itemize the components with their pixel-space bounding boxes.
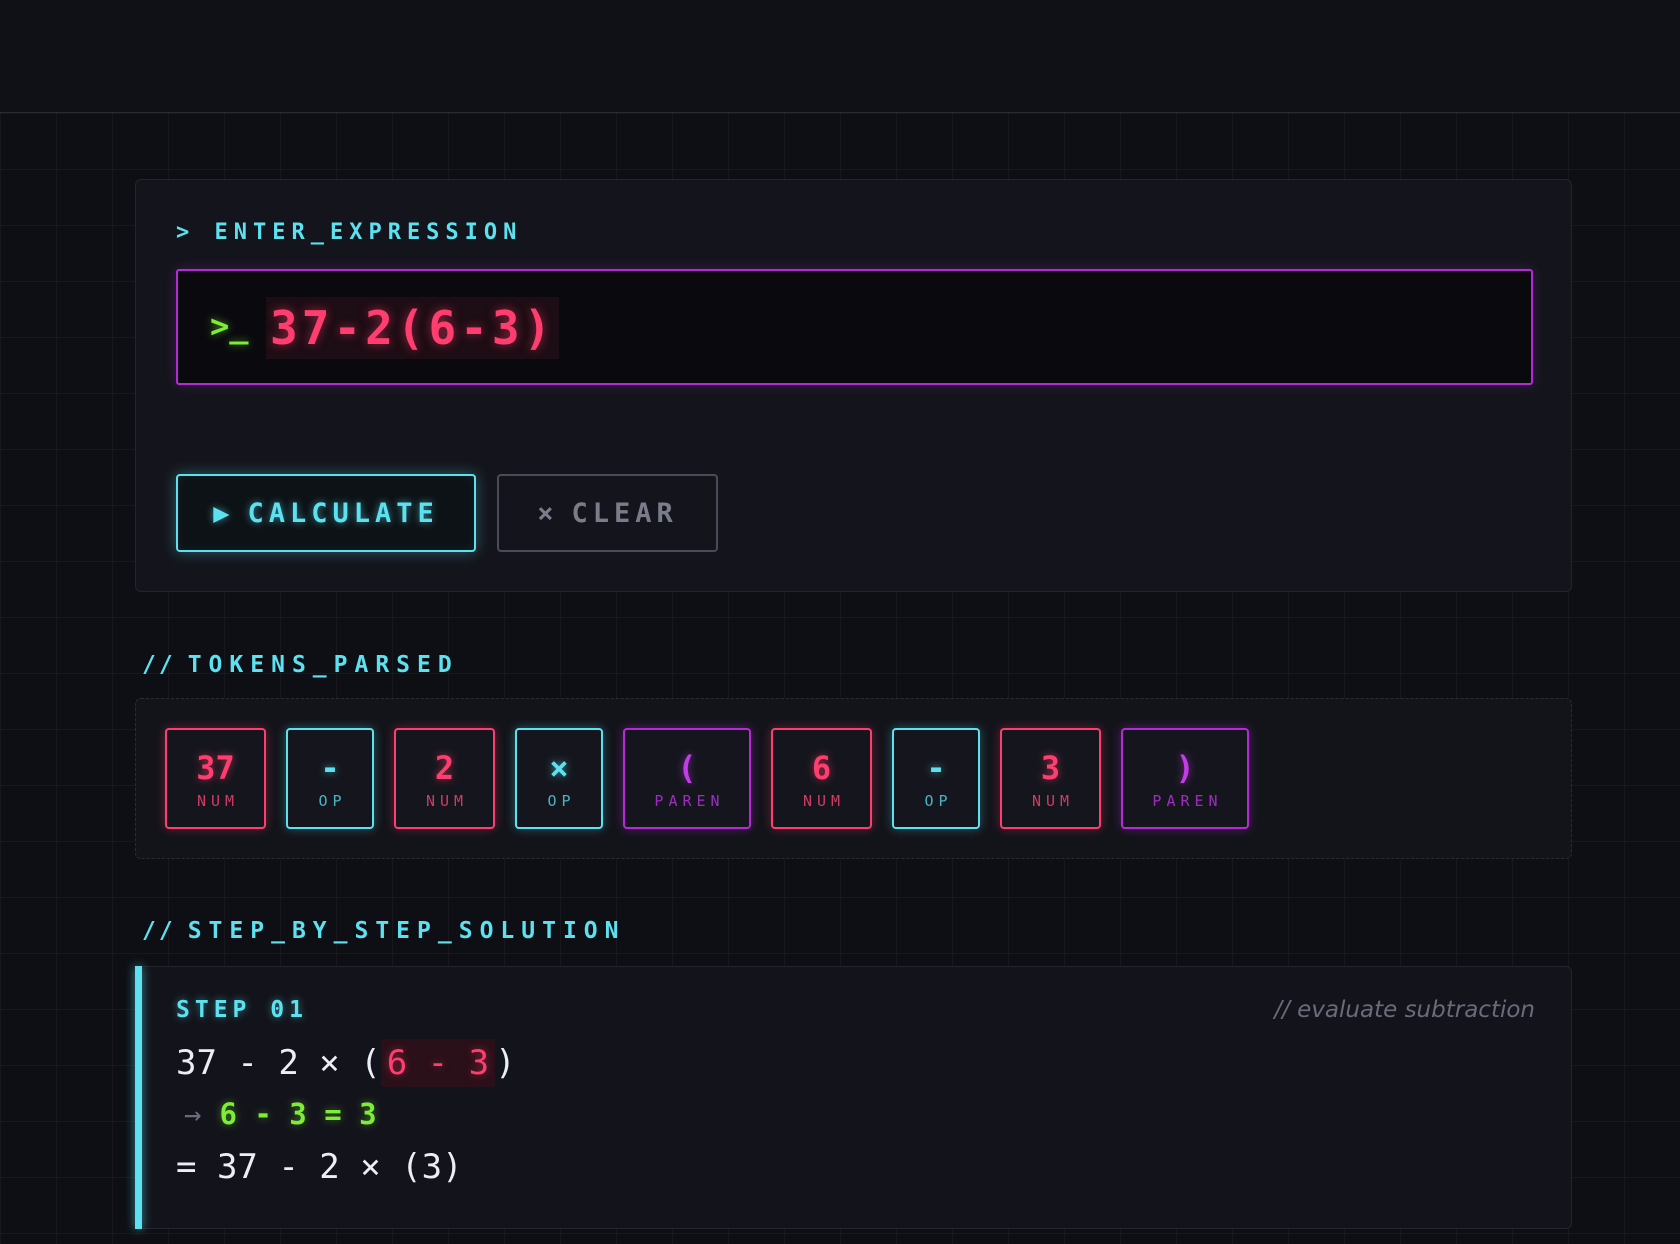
clear-label: CLEAR <box>571 497 678 529</box>
token-value: ) <box>1175 748 1195 787</box>
token-chip: 3 NUM <box>1000 728 1101 829</box>
token-type: OP <box>924 791 953 810</box>
tokens-title-text: TOKENS_PARSED <box>187 652 459 678</box>
token-value: 3 <box>1040 748 1061 787</box>
expression-value[interactable]: 37-2(6-3) <box>266 297 560 359</box>
token-type: NUM <box>1031 791 1075 810</box>
tokens-panel: 37 NUM - OP 2 NUM × OP ( PAREN 6 NUM - O… <box>135 698 1572 859</box>
expression-panel: > ENTER_EXPRESSION >_ 37-2(6-3) ▶ CALCUL… <box>135 179 1572 592</box>
token-type: PAREN <box>1152 791 1223 810</box>
token-type: NUM <box>425 791 469 810</box>
expression-input[interactable]: >_ 37-2(6-3) <box>176 269 1533 385</box>
token-type: PAREN <box>654 791 725 810</box>
token-chip: - OP <box>892 728 980 829</box>
slashes-icon: // <box>142 652 176 678</box>
token-chip: 37 NUM <box>165 728 266 829</box>
tokens-row: 37 NUM - OP 2 NUM × OP ( PAREN 6 NUM - O… <box>165 728 1249 829</box>
token-chip: 2 NUM <box>394 728 495 829</box>
prompt-icon: >_ <box>210 307 249 345</box>
expr-highlight: 6 - 3 <box>380 1039 496 1087</box>
step-result: = 37 - 2 × (3) <box>176 1147 463 1187</box>
step-accent-bar <box>135 966 142 1229</box>
token-chip: 6 NUM <box>771 728 872 829</box>
computation-text: 6 - 3 = 3 <box>219 1097 377 1131</box>
token-value: - <box>926 748 946 787</box>
token-chip: ( PAREN <box>623 728 751 829</box>
token-value: × <box>549 748 569 787</box>
token-type: OP <box>547 791 576 810</box>
expr-after: ) <box>495 1043 516 1083</box>
solution-section-title: // STEP_BY_STEP_SOLUTION <box>142 918 626 944</box>
top-bar <box>0 0 1680 113</box>
token-value: 37 <box>196 748 235 787</box>
tokens-section-title: // TOKENS_PARSED <box>142 652 459 678</box>
calculate-label: CALCULATE <box>247 497 439 529</box>
step-note: // evaluate subtraction <box>1274 997 1535 1023</box>
solution-title-text: STEP_BY_STEP_SOLUTION <box>187 918 626 944</box>
play-icon: ▶ <box>213 497 230 529</box>
token-type: NUM <box>196 791 240 810</box>
calculate-button[interactable]: ▶ CALCULATE <box>176 474 476 552</box>
expression-label: > ENTER_EXPRESSION <box>176 220 523 245</box>
token-value: - <box>320 748 340 787</box>
token-chip: × OP <box>515 728 603 829</box>
slashes-icon: // <box>142 918 176 944</box>
step-card: STEP 01 // evaluate subtraction 37 - 2 ×… <box>135 966 1572 1229</box>
expr-before: 37 - 2 × ( <box>176 1043 381 1083</box>
token-chip: ) PAREN <box>1121 728 1249 829</box>
step-computation: → 6 - 3 = 3 <box>176 1097 377 1131</box>
token-value: ( <box>677 748 697 787</box>
step-expression: 37 - 2 × (6 - 3) <box>176 1039 516 1087</box>
token-type: OP <box>318 791 347 810</box>
token-value: 2 <box>434 748 455 787</box>
step-label: STEP 01 <box>176 997 308 1023</box>
clear-button[interactable]: × CLEAR <box>497 474 718 552</box>
token-value: 6 <box>811 748 832 787</box>
close-icon: × <box>537 497 554 529</box>
arrow-right-icon: → <box>184 1097 202 1131</box>
token-type: NUM <box>802 791 846 810</box>
token-chip: - OP <box>286 728 374 829</box>
